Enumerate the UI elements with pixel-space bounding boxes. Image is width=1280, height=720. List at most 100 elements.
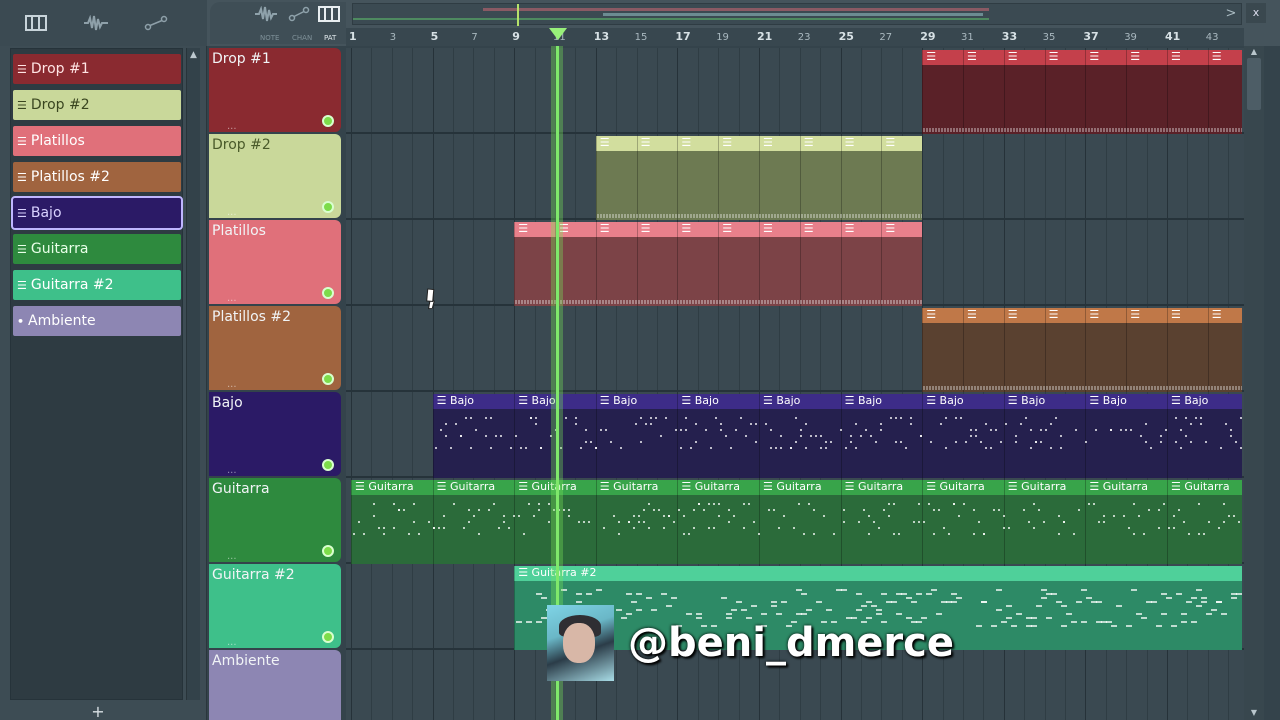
pattern-clip[interactable]: ☰ ☰ ☰ ☰ ☰ ☰ ☰ ☰ <box>595 136 923 220</box>
track-menu-icon[interactable]: ... <box>227 551 237 562</box>
track-menu-icon[interactable]: ... <box>227 465 237 476</box>
pattern-icon: ☰ <box>599 222 610 235</box>
scrollbar-thumb[interactable] <box>1247 58 1261 110</box>
track-mute-led-icon[interactable] <box>322 373 334 385</box>
track-header[interactable]: Guitarra #2... <box>209 564 341 648</box>
pattern-item[interactable]: ☰ Platillos <box>13 126 181 156</box>
ruler-bar-number: 29 <box>920 30 936 43</box>
track-menu-icon[interactable]: ... <box>227 121 237 132</box>
track-menu-icon[interactable]: ... <box>227 637 237 648</box>
ruler-bar-number: 7 <box>471 32 478 43</box>
track-name: Bajo <box>212 395 243 411</box>
chan-label[interactable]: CHAN <box>292 34 312 42</box>
clip-label: Guitarra <box>1184 480 1230 493</box>
track-header[interactable]: Platillos #2... <box>209 306 341 390</box>
track-header[interactable]: Bajo... <box>209 392 341 476</box>
track-mute-led-icon[interactable] <box>322 631 334 643</box>
pattern-icon: ☰ Bajo <box>1007 394 1046 407</box>
track-header[interactable]: Platillos... <box>209 220 341 304</box>
track-header[interactable]: Ambiente... <box>209 650 341 720</box>
pattern-icon: ☰ <box>1170 308 1181 321</box>
track-mute-led-icon[interactable] <box>322 459 334 471</box>
scroll-down-icon[interactable]: ▼ <box>1247 708 1261 718</box>
scroll-up-icon[interactable]: ▲ <box>1247 47 1261 57</box>
pattern-icon: ☰ <box>844 136 855 149</box>
pattern-icon: ☰ Guitarra <box>844 480 904 493</box>
track-name: Drop #1 <box>212 51 271 67</box>
pattern-clip[interactable]: ☰ ☰ ☰ ☰ ☰ ☰ ☰ ☰ <box>922 50 1242 134</box>
clip-label: Bajo <box>939 394 964 407</box>
close-button[interactable]: x <box>1246 3 1266 23</box>
timeline-ruler[interactable]: 1 5 9 13 17 21 25 29 33 37 41 3 7 11 15 19 23 27 31 35 39 43 <box>346 28 1244 46</box>
pattern-item[interactable]: ☰ Guitarra <box>13 234 181 264</box>
pattern-item[interactable]: ☰ Platillos #2 <box>13 162 181 192</box>
scroll-right-button[interactable]: > <box>1222 3 1240 25</box>
scroll-up-icon[interactable]: ▲ <box>188 50 199 64</box>
pattern-icon: ☰ Guitarra <box>1089 480 1148 493</box>
pattern-icon: ☰ <box>17 62 27 76</box>
vertical-scrollbar[interactable]: ▲ ▼ <box>1244 46 1264 720</box>
note-label[interactable]: NOTE <box>260 34 279 42</box>
picker-toolbar <box>0 0 207 46</box>
track-mute-led-icon[interactable] <box>322 545 334 557</box>
ruler-bar-number: 3 <box>389 32 397 43</box>
pattern-icon: ☰ <box>17 170 27 184</box>
pattern-item[interactable]: ☰ Drop #2 <box>13 90 181 120</box>
pattern-item[interactable]: ☰ Guitarra #2 <box>13 270 181 300</box>
pattern-icon: ☰ Bajo <box>518 394 556 407</box>
pattern-icon: ☰ Bajo <box>681 394 719 407</box>
track-name: Guitarra <box>212 481 270 497</box>
pattern-icon: ☰ <box>1089 308 1100 321</box>
pattern-clip[interactable]: ☰ ☰ ☰ ☰ ☰ ☰ ☰ ☰ <box>922 308 1242 392</box>
pattern-clip[interactable]: ☰ Guitarra ☰ Guitarra ☰ Guitarra ☰ Guitarra… <box>351 480 1242 564</box>
piano-icon[interactable] <box>16 12 56 34</box>
clip-label: Bajo <box>1021 394 1046 407</box>
grid-line <box>391 48 393 720</box>
waveform-icon[interactable] <box>76 12 116 34</box>
ruler-bar-number: 27 <box>879 32 893 43</box>
clip-label: Guitarra <box>939 480 985 493</box>
pattern-icon: ☰ Bajo <box>599 394 638 407</box>
clip-label: Bajo <box>449 394 475 407</box>
pattern-icon: ☰ <box>599 136 610 149</box>
pattern-icon: ☰ Bajo <box>926 394 964 407</box>
song-overview-strip[interactable] <box>352 3 1242 26</box>
pattern-icon: ☰ <box>762 136 773 149</box>
picker-scrollbar[interactable]: ▲ <box>186 48 200 700</box>
add-pattern-button[interactable]: + <box>88 702 108 720</box>
clip-notes <box>596 151 923 220</box>
pattern-icon: ☰ <box>722 136 733 149</box>
piano-mini-icon[interactable] <box>318 6 340 26</box>
pat-label[interactable]: PAT <box>324 34 336 42</box>
pattern-label: Guitarra <box>30 241 89 257</box>
clip-label: Guitarra #2 <box>531 566 597 579</box>
track-header[interactable]: Drop #2... <box>209 134 341 218</box>
pattern-icon: ☰ <box>722 222 733 235</box>
track-header[interactable]: Guitarra... <box>209 478 341 562</box>
pattern-clip[interactable]: ☰ ☰ ☰ ☰ ☰ ☰ ☰ ☰ ☰ ☰ <box>514 222 923 306</box>
dot-icon: • <box>17 314 25 328</box>
pattern-item[interactable]: ☰ Bajo <box>11 196 183 230</box>
grid-line <box>453 48 454 720</box>
automation-mini-icon[interactable] <box>288 6 310 26</box>
track-name: Platillos <box>212 223 266 239</box>
track-menu-icon[interactable]: ... <box>227 379 237 390</box>
pattern-icon: ☰ <box>926 50 937 63</box>
grid-line <box>432 48 434 720</box>
track-menu-icon[interactable]: ... <box>227 207 237 218</box>
track-mute-led-icon[interactable] <box>322 115 334 127</box>
track-mute-led-icon[interactable] <box>322 201 334 213</box>
automation-icon[interactable] <box>136 12 176 34</box>
clip-label: Guitarra <box>857 480 904 493</box>
pattern-item[interactable]: • Ambiente <box>13 306 181 336</box>
playhead-marker-icon[interactable] <box>549 28 567 40</box>
track-mute-led-icon[interactable] <box>322 287 334 299</box>
track-header[interactable]: Drop #1... <box>209 48 341 132</box>
pattern-icon: ☰ <box>1211 50 1222 63</box>
waveform-mini-icon[interactable] <box>254 5 278 26</box>
pattern-icon: ☰ <box>1130 308 1141 321</box>
track-menu-icon[interactable]: ... <box>227 293 237 304</box>
pattern-icon: ☰ Guitarra <box>763 480 822 493</box>
pattern-item[interactable]: ☰ Drop #1 <box>13 54 181 84</box>
pattern-icon: ☰ <box>1211 308 1222 321</box>
